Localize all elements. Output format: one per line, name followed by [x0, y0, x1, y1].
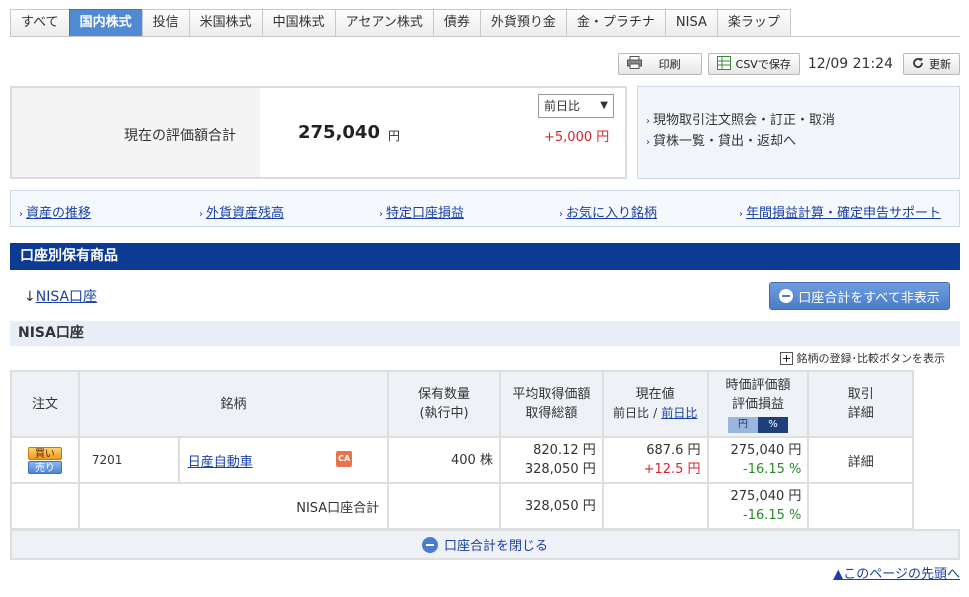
current-price-cell: 687.6 円 +12.5 円 — [601, 436, 709, 484]
page-top-link[interactable]: ▲このページの先頭へ — [833, 563, 960, 582]
col-trade-detail: 取引 詳細 — [807, 370, 915, 438]
caret-down-icon: ▼ — [600, 100, 608, 111]
order-cell: 買い 売り — [10, 436, 80, 484]
arrow-right-icon: › — [199, 209, 203, 220]
tab-underline — [10, 36, 960, 37]
lending-list-link[interactable]: › 貸株一覧・貸出・返却へ — [646, 132, 959, 153]
arrow-right-icon: › — [646, 116, 650, 127]
arrow-right-icon: › — [646, 137, 650, 148]
avg-cost-cell: 820.12 円 328,050 円 — [498, 436, 604, 484]
refresh-button[interactable]: 更新 — [903, 53, 960, 75]
col-issue: 銘柄 — [77, 370, 390, 438]
hide-all-totals-button[interactable]: 口座合計をすべて非表示 — [769, 282, 950, 310]
day-change-sort-link[interactable]: 前日比 — [661, 406, 697, 420]
arrow-right-icon: › — [19, 209, 23, 220]
register-compare-toggle[interactable]: 銘柄の登録･比較ボタンを表示 — [779, 350, 946, 366]
col-market-value: 時価評価額 評価損益 円 % — [706, 370, 810, 438]
valuation-summary: 現在の評価額合計 275,040 円 前日比 ▼ +5,000 円 — [10, 86, 627, 179]
day-change-value: +12.5 円 — [643, 462, 701, 477]
nisa-total-cost: 328,050 円 — [498, 482, 604, 530]
detail-link[interactable]: 詳細 — [807, 436, 915, 484]
annual-pl-tax-link[interactable]: › 年間損益計算・確定申告サポート — [739, 202, 941, 221]
total-valuation-unit: 円 — [388, 129, 401, 143]
valuation-change: +5,000 円 — [544, 130, 610, 145]
tab-all[interactable]: すべて — [10, 9, 69, 37]
minus-circle-icon — [779, 289, 794, 303]
favorites-link[interactable]: › お気に入り銘柄 — [559, 202, 657, 221]
nisa-anchor-link[interactable]: ↓NISA口座 — [24, 286, 97, 306]
tab-fx-deposit[interactable]: 外貨預り金 — [479, 9, 566, 37]
pl-percent: -16.15 % — [743, 462, 802, 477]
timestamp: 12/09 21:24 — [807, 56, 893, 72]
tab-rakuwrap[interactable]: 楽ラップ — [716, 9, 791, 37]
minus-circle-icon — [421, 536, 438, 553]
holdings-table: 注文 銘柄 保有数量 (執行中) 平均取得価額 取得総額 現在値 前日比 / 前日比… — [10, 370, 960, 530]
quantity: 400 株 — [387, 436, 501, 484]
col-order: 注文 — [10, 370, 80, 438]
sell-button[interactable]: 売り — [27, 460, 62, 474]
nisa-total-label: NISA口座合計 — [77, 482, 390, 530]
tab-gold-platinum[interactable]: 金・プラチナ — [565, 9, 665, 37]
refresh-label: 更新 — [929, 58, 951, 71]
col-quantity: 保有数量 (執行中) — [387, 370, 501, 438]
arrow-down-icon: ↓ — [24, 289, 36, 305]
issue-name-link[interactable]: 日産自動車 — [188, 455, 253, 470]
valuation-panel: 275,040 円 前日比 ▼ +5,000 円 — [260, 88, 625, 177]
tab-china-stocks[interactable]: 中国株式 — [261, 9, 335, 37]
day-change-label: 前日比 — [612, 406, 649, 420]
nisa-subheader: NISA口座 — [10, 321, 960, 346]
section-title: 口座別保有商品 — [10, 243, 960, 270]
issue-code: 7201 — [77, 436, 180, 484]
toolbar: 印刷 CSVで保存 12/09 21:24 更新 — [612, 53, 960, 75]
buy-button[interactable]: 買い — [27, 446, 62, 460]
total-row: NISA口座合計 328,050 円 275,040 円 -16.15 % — [10, 482, 959, 530]
register-toggle-label: 銘柄の登録･比較ボタンを表示 — [796, 352, 946, 365]
csv-label: CSVで保存 — [735, 58, 791, 71]
fx-asset-balance-link[interactable]: › 外貨資産残高 — [199, 202, 284, 221]
close-totals-button[interactable]: 口座合計を閉じる — [10, 529, 960, 560]
arrow-right-icon: › — [379, 209, 383, 220]
table-row: 買い 売り 7201 日産自動車 CA 400 株 820.12 円 328,05… — [10, 436, 959, 484]
arrow-right-icon: › — [739, 209, 743, 220]
order-links-box: › 現物取引注文照会・訂正・取消 › 貸株一覧・貸出・返却へ — [637, 86, 960, 179]
refresh-icon — [912, 57, 924, 72]
printer-icon — [626, 56, 642, 72]
close-totals-label: 口座合計を閉じる — [443, 539, 548, 554]
plus-box-icon — [779, 351, 793, 365]
tab-us-stocks[interactable]: 米国株式 — [188, 9, 262, 37]
market-value-cell: 275,040 円 -16.15 % — [706, 436, 810, 484]
quick-links-bar: › 資産の推移 › 外貨資産残高 › 特定口座損益 › お気に入り銘柄 › 年間損益計算・… — [10, 190, 960, 227]
specific-account-pl-link[interactable]: › 特定口座損益 — [379, 202, 464, 221]
percent-toggle-button[interactable]: % — [757, 416, 788, 433]
compare-select-value: 前日比 — [544, 99, 581, 113]
order-inquiry-link[interactable]: › 現物取引注文照会・訂正・取消 — [646, 111, 959, 132]
arrow-right-icon: › — [559, 209, 563, 220]
col-average-cost: 平均取得価額 取得総額 — [498, 370, 604, 438]
print-button[interactable]: 印刷 — [617, 53, 702, 75]
table-header-row: 注文 銘柄 保有数量 (執行中) 平均取得価額 取得総額 現在値 前日比 / 前日比… — [10, 370, 959, 438]
ca-icon[interactable]: CA — [336, 450, 353, 467]
tab-funds[interactable]: 投信 — [141, 9, 189, 37]
tab-bonds[interactable]: 債券 — [432, 9, 480, 37]
col-current-price: 現在値 前日比 / 前日比 — [601, 370, 709, 438]
nisa-total-pl: -16.15 % — [743, 508, 802, 523]
yen-toggle-button[interactable]: 円 — [727, 416, 758, 433]
spreadsheet-icon — [716, 55, 731, 73]
asset-history-link[interactable]: › 資産の推移 — [19, 202, 91, 221]
compare-select[interactable]: 前日比 ▼ — [538, 94, 614, 118]
issue-cell: 日産自動車 CA — [177, 436, 390, 484]
print-label: 印刷 — [658, 58, 681, 71]
product-tabs: すべて 国内株式 投信 米国株式 中国株式 アセアン株式 債券 外貨預り金 金・… — [10, 9, 791, 37]
tab-nisa[interactable]: NISA — [664, 9, 717, 37]
tab-asean-stocks[interactable]: アセアン株式 — [334, 9, 433, 37]
csv-save-button[interactable]: CSVで保存 — [707, 53, 800, 75]
total-valuation-value: 275,040 — [298, 122, 380, 143]
total-valuation-label: 現在の評価額合計 — [124, 128, 236, 144]
tab-domestic-stocks[interactable]: 国内株式 — [68, 9, 142, 37]
hide-all-label: 口座合計をすべて非表示 — [798, 290, 940, 306]
nisa-total-value-cell: 275,040 円 -16.15 % — [706, 482, 810, 530]
